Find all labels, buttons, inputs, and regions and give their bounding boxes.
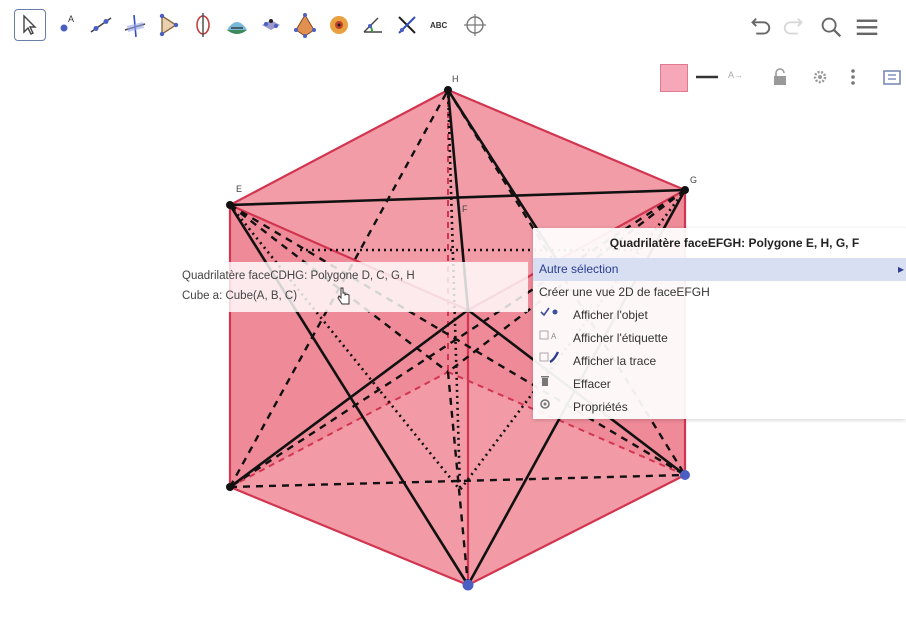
label-h: H bbox=[452, 74, 459, 84]
point-icon[interactable]: A bbox=[50, 8, 84, 42]
line-icon[interactable] bbox=[84, 8, 118, 42]
reflect-icon[interactable] bbox=[390, 8, 424, 42]
point-g[interactable] bbox=[681, 186, 689, 194]
svg-text:A: A bbox=[551, 332, 557, 341]
plane-icon[interactable] bbox=[254, 8, 288, 42]
undo-icon[interactable] bbox=[744, 12, 774, 42]
tooltip-line-1: Quadrilatère faceCDHG: Polygone D, C, G,… bbox=[182, 270, 415, 282]
menu-item-properties[interactable]: Propriétés bbox=[533, 396, 906, 419]
context-menu-title: Quadrilatère faceEFGH: Polygone E, H, G,… bbox=[609, 236, 860, 250]
move-arrow-icon[interactable] bbox=[14, 9, 46, 41]
label-e: E bbox=[236, 184, 242, 194]
menu-icon[interactable] bbox=[852, 12, 882, 42]
trash-icon bbox=[539, 373, 567, 396]
chevron-right-icon: ▸ bbox=[897, 262, 904, 276]
label-f: F bbox=[462, 204, 468, 214]
circle-axis-icon[interactable] bbox=[186, 8, 220, 42]
menu-item-show-trace[interactable]: Afficher la trace bbox=[533, 350, 906, 373]
menu-item-label: Afficher l'objet bbox=[573, 308, 648, 322]
toolbar: A ABC bbox=[0, 0, 906, 62]
point-c[interactable] bbox=[680, 470, 690, 480]
svg-text:A: A bbox=[68, 14, 74, 24]
tooltip-line-2: Cube a: Cube(A, B, C) bbox=[182, 290, 298, 302]
menu-item-label: Effacer bbox=[573, 377, 611, 391]
menu-item-show-object[interactable]: Afficher l'objet bbox=[533, 304, 906, 327]
polygon-icon[interactable] bbox=[152, 8, 186, 42]
show-label-icon: A bbox=[539, 327, 567, 350]
point-h[interactable] bbox=[444, 86, 452, 94]
menu-item-show-label[interactable]: A Afficher l'étiquette bbox=[533, 327, 906, 350]
label-g: G bbox=[690, 175, 697, 185]
angle-icon[interactable] bbox=[356, 8, 390, 42]
trace-icon bbox=[539, 350, 567, 373]
menu-item-delete[interactable]: Effacer bbox=[533, 373, 906, 396]
rotate-view-icon[interactable] bbox=[458, 8, 492, 42]
sphere-icon[interactable] bbox=[322, 8, 356, 42]
point-a[interactable] bbox=[226, 483, 234, 491]
intersect-two-surfaces-icon[interactable] bbox=[220, 8, 254, 42]
menu-item-create-2d-view[interactable]: Créer une vue 2D de faceEFGH bbox=[533, 281, 906, 304]
gear-icon bbox=[539, 396, 567, 419]
hover-tooltip: Quadrilatère faceCDHG: Polygone D, C, G,… bbox=[176, 262, 528, 312]
text-tool-label: ABC bbox=[430, 21, 448, 30]
point-e[interactable] bbox=[226, 201, 234, 209]
menu-item-label: Propriétés bbox=[573, 400, 628, 414]
text-tool-icon[interactable]: ABC bbox=[424, 8, 458, 42]
menu-item-label: Afficher la trace bbox=[573, 354, 657, 368]
point-b[interactable] bbox=[462, 579, 474, 591]
context-menu: Quadrilatère faceEFGH: Polygone E, H, G,… bbox=[533, 228, 906, 419]
menu-item-label: Créer une vue 2D de faceEFGH bbox=[539, 285, 710, 299]
redo-icon[interactable] bbox=[780, 12, 810, 42]
hand-cursor-icon bbox=[337, 287, 350, 305]
perpendicular-line-icon[interactable] bbox=[118, 8, 152, 42]
menu-item-label: Autre sélection bbox=[539, 262, 619, 276]
search-icon[interactable] bbox=[816, 12, 846, 42]
menu-item-label: Afficher l'étiquette bbox=[573, 331, 668, 345]
menu-item-other-selection[interactable]: Autre sélection ▸ bbox=[533, 258, 906, 281]
pyramid-icon[interactable] bbox=[288, 8, 322, 42]
show-object-icon bbox=[539, 304, 567, 327]
